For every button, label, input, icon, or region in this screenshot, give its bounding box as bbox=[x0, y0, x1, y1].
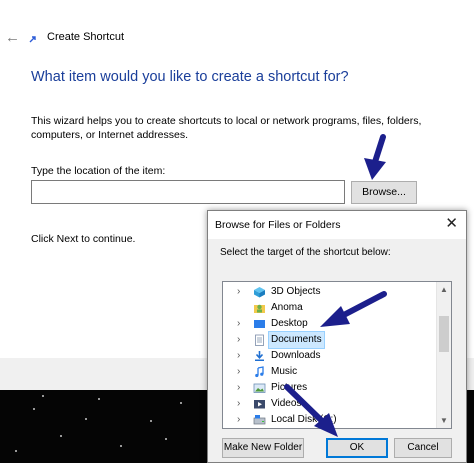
star bbox=[15, 450, 17, 452]
chevron-right-icon[interactable]: › bbox=[237, 348, 247, 364]
tree-item-label: Local Disk (C:) bbox=[271, 414, 337, 425]
chevron-right-icon[interactable]: › bbox=[237, 396, 247, 412]
tree-item-label: Music bbox=[271, 366, 298, 377]
star bbox=[85, 418, 87, 420]
tree-item[interactable]: › Documents bbox=[223, 331, 439, 349]
scrollbar-thumb[interactable] bbox=[439, 316, 449, 352]
documents-icon bbox=[255, 334, 264, 346]
scroll-up-icon[interactable]: ▲ bbox=[437, 282, 451, 297]
tree-item-label: Desktop bbox=[271, 318, 308, 329]
tree-item-label: Pictures bbox=[271, 382, 308, 393]
close-icon[interactable]: ✕ bbox=[445, 216, 458, 232]
star bbox=[150, 420, 152, 422]
next-hint: Click Next to continue. bbox=[31, 233, 136, 245]
chevron-right-icon[interactable]: › bbox=[237, 412, 247, 428]
chevron-right-icon[interactable]: › bbox=[237, 284, 247, 300]
scroll-down-icon[interactable]: ▼ bbox=[437, 413, 451, 428]
location-input[interactable] bbox=[31, 180, 345, 204]
tree-item[interactable]: › 3D Objects bbox=[223, 284, 439, 300]
wizard-heading: What item would you like to create a sho… bbox=[31, 69, 349, 85]
desktop-icon bbox=[254, 320, 265, 328]
star bbox=[42, 395, 44, 397]
tree-item[interactable]: › Desktop bbox=[223, 316, 439, 332]
tree-item[interactable]: › Downloads bbox=[223, 348, 439, 364]
wizard-title: Create Shortcut bbox=[47, 31, 125, 43]
tree-scrollbar[interactable]: ▲ ▼ bbox=[436, 282, 451, 428]
drive-icon bbox=[253, 415, 266, 425]
chevron-right-icon[interactable]: › bbox=[237, 316, 247, 332]
pictures-icon bbox=[253, 383, 266, 393]
tree-item[interactable]: › Videos bbox=[223, 396, 439, 412]
chevron-right-icon[interactable]: › bbox=[237, 332, 247, 348]
videos-icon bbox=[254, 400, 265, 409]
back-arrow-icon[interactable]: ← bbox=[5, 30, 21, 46]
dialog-titlebar: Browse for Files or Folders ✕ bbox=[208, 211, 466, 239]
star bbox=[33, 408, 35, 410]
chevron-right-icon[interactable]: › bbox=[237, 364, 247, 380]
browse-dialog: Browse for Files or Folders ✕ Select the… bbox=[207, 210, 467, 463]
chevron-right-icon[interactable]: › bbox=[237, 380, 247, 396]
tree-item[interactable]: Anoma bbox=[223, 300, 439, 316]
tree-item-label: Anoma bbox=[271, 302, 303, 313]
star bbox=[98, 398, 100, 400]
tree-item-label: Documents bbox=[268, 331, 325, 349]
user-folder-icon bbox=[254, 304, 265, 313]
tree-item-label: 3D Objects bbox=[271, 286, 321, 297]
make-new-folder-button[interactable]: Make New Folder bbox=[222, 438, 304, 458]
tree-item[interactable]: › Music bbox=[223, 364, 439, 380]
wizard-description: This wizard helps you to create shortcut… bbox=[31, 115, 422, 141]
ok-button[interactable]: OK bbox=[326, 438, 388, 458]
star bbox=[180, 402, 182, 404]
star bbox=[165, 438, 167, 440]
star bbox=[60, 435, 62, 437]
music-icon bbox=[255, 366, 264, 378]
wizard-titlebar: ← Create Shortcut bbox=[0, 25, 474, 53]
3d-objects-icon bbox=[254, 287, 265, 298]
browse-button[interactable]: Browse... bbox=[351, 181, 417, 204]
tree-item[interactable]: › Local Disk (C:) bbox=[223, 412, 439, 428]
dialog-prompt: Select the target of the shortcut below: bbox=[220, 247, 391, 258]
downloads-icon bbox=[255, 351, 264, 361]
dialog-title: Browse for Files or Folders bbox=[215, 219, 341, 231]
cancel-button[interactable]: Cancel bbox=[394, 438, 452, 458]
star bbox=[120, 445, 122, 447]
tree-item-label: Videos bbox=[271, 398, 302, 409]
tree-item-label: Downloads bbox=[271, 350, 321, 361]
location-label: Type the location of the item: bbox=[31, 165, 166, 177]
tree-item[interactable]: › Pictures bbox=[223, 380, 439, 396]
folder-tree[interactable]: › 3D Objects Anoma › Desktop › Documents… bbox=[222, 281, 452, 429]
shortcut-icon bbox=[29, 36, 36, 43]
